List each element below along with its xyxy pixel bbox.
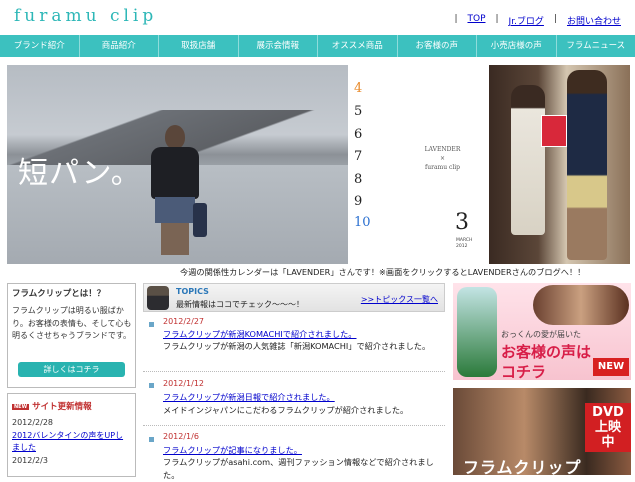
nav-retailer-voice[interactable]: 小売店様の声 (477, 35, 557, 57)
main-nav: ブランド紹介 商品紹介 取扱店舗 展示会情報 オススメ商品 お客様の声 小売店様… (0, 35, 635, 57)
calendar-day: 4 (354, 81, 362, 96)
banner-cta: コチラ (501, 361, 546, 380)
topic-title-link[interactable]: フラムクリップが記事になりました。 (163, 444, 302, 456)
updates-title-text: サイト更新情報 (32, 402, 92, 412)
contact-link[interactable]: お問い合わせ (567, 14, 621, 27)
model-shorts (155, 197, 195, 223)
topic-date: 2012/2/27 (163, 317, 204, 326)
topic-body: メイドインジャパンにこだわるフラムクリップが紹介されました。 (163, 404, 443, 417)
about-title: フラムクリップとは！？ (12, 287, 105, 299)
divider (143, 371, 445, 372)
model-figure (147, 125, 203, 255)
lavender-cross: × (400, 154, 485, 163)
nav-news[interactable]: フラムニュース (557, 35, 635, 57)
site-updates: NEWサイト更新情報 2012/2/28 2012バレンタインの声をUPしました… (7, 393, 136, 477)
calendar-day: 6 (354, 127, 362, 142)
year-label: 2012 (456, 244, 472, 250)
month-number: 3 (455, 210, 469, 235)
calendar-day: 5 (354, 104, 362, 119)
lavender-brand: furamu clip (400, 163, 485, 172)
topics-subtitle: 最新情報はココでチェック～～～！ (176, 299, 304, 310)
model-legs (161, 223, 189, 255)
about-box: フラムクリップとは！？ フラムクリップは明るい服ばかり。お客様の表情も、そして心… (7, 283, 136, 388)
topic-title-link[interactable]: フラムクリップが新潟日報で紹介されました。 (163, 391, 335, 403)
divider (143, 425, 445, 426)
update-date: 2012/2/28 (12, 418, 53, 427)
link-separator: | (496, 14, 499, 27)
woman-figure (511, 85, 545, 235)
topic-body: フラムクリップが新潟の人気雑誌「新潟KOMACHI」で紹介されました。 (163, 340, 443, 353)
hero-caption[interactable]: 今週の関係性カレンダーは「LAVENDER」さんです！※画面をクリックするとLA… (180, 266, 585, 278)
dvd-badge: DVD上映中 (585, 403, 631, 452)
faces-image (533, 285, 629, 325)
updates-title: NEWサイト更新情報 (12, 400, 92, 412)
dvd-title: フラムクリップ (463, 454, 582, 475)
nav-brand[interactable]: ブランド紹介 (0, 35, 80, 57)
link-separator: | (554, 14, 557, 27)
new-badge: NEW (593, 358, 629, 376)
nav-exhibitions[interactable]: 展示会情報 (239, 35, 319, 57)
banner-subtitle: おっくんの愛が届いた (501, 329, 581, 340)
bottle-image (457, 287, 497, 377)
calendar-strip[interactable]: 4 5 6 7 8 9 10 (348, 65, 388, 264)
dvd-banner[interactable]: DVD上映中 フラムクリップ (453, 388, 631, 475)
man-figure (567, 70, 607, 260)
topic-bullet-icon (149, 383, 154, 388)
topics-label: TOPICS (176, 287, 209, 296)
model-bag (193, 203, 207, 237)
topic-title-link[interactable]: フラムクリップが新潟KOMACHIで紹介されました。 (163, 328, 357, 340)
site-logo[interactable]: furamu clip (14, 6, 157, 26)
model-head (165, 125, 185, 149)
nav-customer-voice[interactable]: お客様の声 (398, 35, 478, 57)
banner-title: お客様の声は (501, 341, 591, 362)
jr-blog-link[interactable]: Jr.ブログ (509, 14, 544, 27)
magazine (541, 115, 567, 147)
topics-panel: TOPICS 最新情報はココでチェック～～～！ >>トピックス一覧へ 2012/… (143, 283, 445, 475)
lavender-logo: LAVENDER × furamu clip (400, 145, 485, 172)
nav-recommended[interactable]: オススメ商品 (318, 35, 398, 57)
shop-photo[interactable] (489, 65, 630, 264)
nav-stores[interactable]: 取扱店舗 (159, 35, 239, 57)
month-label: MARCH 2012 (456, 238, 472, 250)
top-link[interactable]: TOP (467, 14, 485, 27)
topics-header: TOPICS 最新情報はココでチェック～～～！ >>トピックス一覧へ (143, 283, 445, 312)
customer-voice-banner[interactable]: おっくんの愛が届いた お客様の声は コチラ NEW (453, 283, 631, 380)
calendar-day: 10 (354, 215, 371, 230)
topics-list-link[interactable]: >>トピックス一覧へ (361, 294, 438, 305)
update-date: 2012/2/3 (12, 456, 48, 465)
about-details-button[interactable]: 詳しくはコチラ (18, 362, 125, 377)
about-body: フラムクリップは明るい服ばかり。お客様の表情も、そして心も明るくさせちゃうブラン… (12, 305, 132, 343)
avatar (147, 286, 169, 310)
calendar-day: 9 (354, 194, 362, 209)
calendar-day: 8 (354, 172, 362, 187)
top-links: | TOP | Jr.ブログ | お問い合わせ (454, 14, 621, 27)
link-separator: | (454, 14, 457, 27)
new-icon: NEW (12, 404, 29, 410)
topic-bullet-icon (149, 322, 154, 327)
lavender-name: LAVENDER (400, 145, 485, 154)
nav-products[interactable]: 商品紹介 (80, 35, 160, 57)
hero-headline: 短パン。 (18, 148, 142, 192)
topic-date: 2012/1/6 (163, 432, 199, 441)
topic-body: フラムクリップがasahi.com、週刊ファッション情報などで紹介されました。 (163, 456, 443, 482)
model-jacket (151, 147, 199, 199)
update-link[interactable]: 2012バレンタインの声をUPしました (12, 430, 130, 454)
topic-bullet-icon (149, 437, 154, 442)
calendar-day: 7 (354, 149, 362, 164)
topic-date: 2012/1/12 (163, 379, 204, 388)
